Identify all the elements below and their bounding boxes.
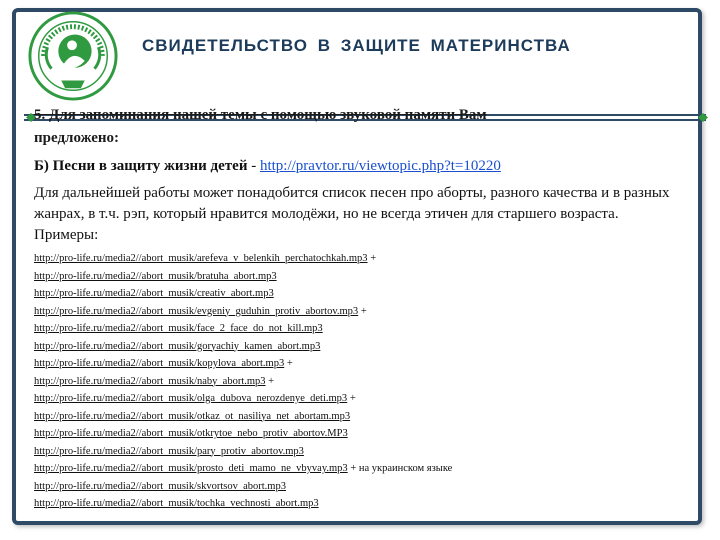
song-link[interactable]: http://pro-life.ru/media2//abort_musik/s… xyxy=(34,481,286,492)
list-item: http://pro-life.ru/media2//abort_musik/f… xyxy=(34,320,674,338)
list-item: http://pro-life.ru/media2//abort_musik/k… xyxy=(34,355,674,373)
list-item: http://pro-life.ru/media2//abort_musik/g… xyxy=(34,338,674,356)
song-link[interactable]: http://pro-life.ru/media2//abort_musik/o… xyxy=(34,428,348,439)
songs-heading-dash: - xyxy=(247,158,260,174)
song-link[interactable]: http://pro-life.ru/media2//abort_musik/f… xyxy=(34,323,323,334)
list-item: http://pro-life.ru/media2//abort_musik/p… xyxy=(34,460,674,478)
song-link[interactable]: http://pro-life.ru/media2//abort_musik/p… xyxy=(34,446,304,457)
link-note: + xyxy=(367,253,377,264)
song-link-list: http://pro-life.ru/media2//abort_musik/a… xyxy=(34,250,674,513)
list-item: http://pro-life.ru/media2//abort_musik/s… xyxy=(34,478,674,496)
songs-heading: Б) Песни в защиту жизни детей - http://p… xyxy=(34,158,501,175)
list-item: http://pro-life.ru/media2//abort_musik/t… xyxy=(34,495,674,513)
song-link[interactable]: http://pro-life.ru/media2//abort_musik/e… xyxy=(34,306,358,317)
song-link[interactable]: http://pro-life.ru/media2//abort_musik/o… xyxy=(34,411,350,422)
list-item: http://pro-life.ru/media2//abort_musik/c… xyxy=(34,285,674,303)
link-note: + xyxy=(347,393,356,404)
page-title: СВИДЕТЕЛЬСТВО В ЗАЩИТЕ МАТЕРИНСТВА xyxy=(142,36,571,55)
description-paragraph: Для дальнейшей работы может понадобится … xyxy=(34,185,670,243)
list-item: http://pro-life.ru/media2//abort_musik/n… xyxy=(34,373,674,391)
song-link[interactable]: http://pro-life.ru/media2//abort_musik/t… xyxy=(34,498,319,509)
song-link[interactable]: http://pro-life.ru/media2//abort_musik/n… xyxy=(34,376,266,387)
list-item: http://pro-life.ru/media2//abort_musik/o… xyxy=(34,408,674,426)
song-link[interactable]: http://pro-life.ru/media2//abort_musik/a… xyxy=(34,253,368,264)
list-item: http://pro-life.ru/media2//abort_musik/o… xyxy=(34,425,674,443)
list-item: http://pro-life.ru/media2//abort_musik/o… xyxy=(34,390,674,408)
link-note: + на украинском языке xyxy=(347,463,453,474)
song-link[interactable]: http://pro-life.ru/media2//abort_musik/c… xyxy=(34,288,274,299)
song-link[interactable]: http://pro-life.ru/media2//abort_musik/b… xyxy=(34,271,277,282)
link-note: + xyxy=(265,375,275,387)
intro-text-continuation: предложено: xyxy=(34,130,120,146)
songs-heading-label: Б) Песни в защиту жизни детей xyxy=(34,158,248,174)
song-link[interactable]: http://pro-life.ru/media2//abort_musik/p… xyxy=(34,463,348,474)
song-link[interactable]: http://pro-life.ru/media2//abort_musik/g… xyxy=(34,341,320,352)
song-link[interactable]: http://pro-life.ru/media2//abort_musik/o… xyxy=(34,393,347,404)
list-item: http://pro-life.ru/media2//abort_musik/a… xyxy=(34,250,674,268)
list-item: http://pro-life.ru/media2//abort_musik/b… xyxy=(34,268,674,286)
list-item: http://pro-life.ru/media2//abort_musik/p… xyxy=(34,443,674,461)
list-item: http://pro-life.ru/media2//abort_musik/e… xyxy=(34,303,674,321)
link-note: + xyxy=(284,358,293,369)
intro-text-strikethrough: 5. Для запоминания нашей темы с помощью … xyxy=(34,107,487,123)
link-note: + xyxy=(358,305,367,317)
pravtor-link[interactable]: http://pravtor.ru/viewtopic.php?t=10220 xyxy=(260,158,501,174)
organization-logo-icon xyxy=(28,11,118,101)
song-link[interactable]: http://pro-life.ru/media2//abort_musik/k… xyxy=(34,358,284,369)
